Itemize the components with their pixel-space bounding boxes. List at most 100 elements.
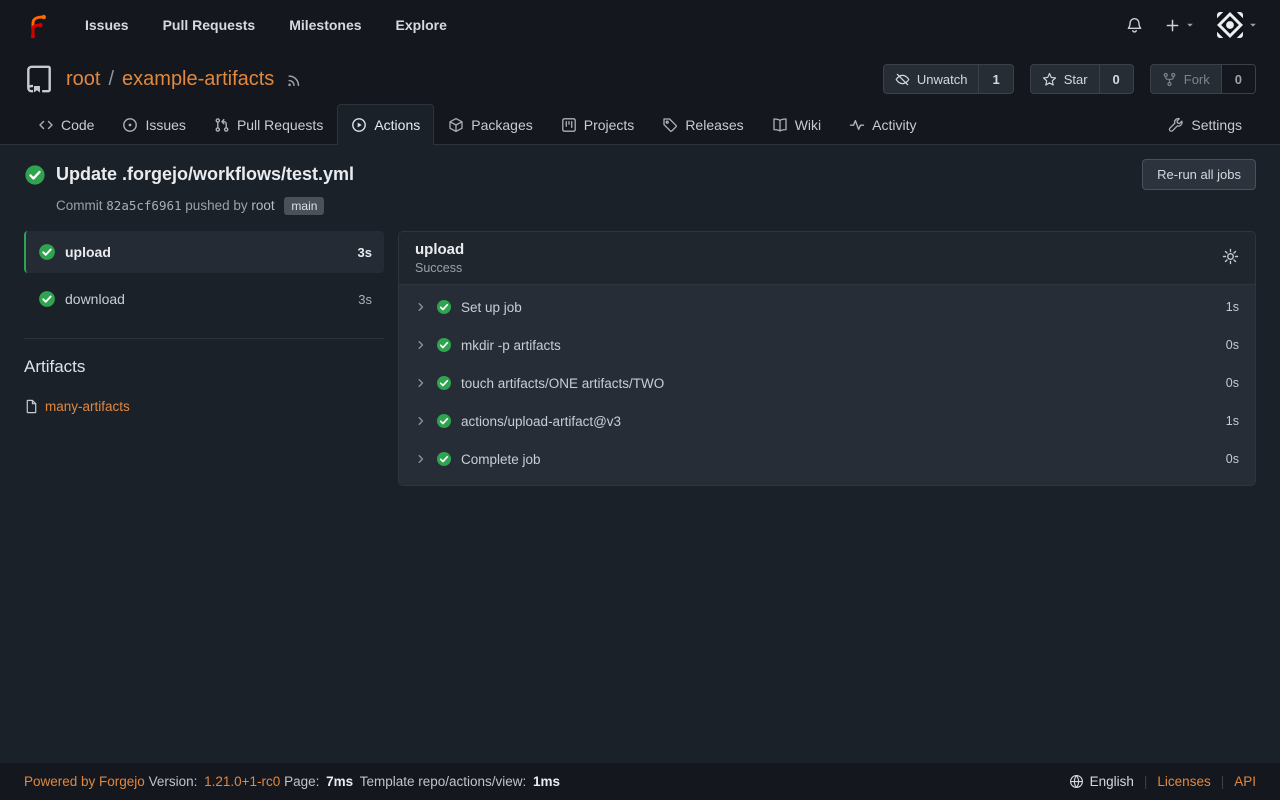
commit-hash-link[interactable]: 82a5cf6961 xyxy=(106,198,181,213)
job-name: upload xyxy=(65,244,111,260)
unwatch-button[interactable]: Unwatch 1 xyxy=(883,64,1014,94)
tab-issues[interactable]: Issues xyxy=(108,104,199,145)
star-button[interactable]: Star 0 xyxy=(1030,64,1134,94)
step-row-upload-artifact[interactable]: actions/upload-artifact@v3 1s xyxy=(399,402,1255,440)
pulse-icon xyxy=(849,117,865,133)
job-row-download[interactable]: download 3s xyxy=(24,278,384,320)
nav-pull-requests[interactable]: Pull Requests xyxy=(149,9,270,41)
watch-count[interactable]: 1 xyxy=(978,65,1012,93)
tab-settings[interactable]: Settings xyxy=(1154,104,1256,145)
code-icon xyxy=(38,117,54,133)
version-link[interactable]: 1.21.0+1-rc0 xyxy=(204,774,280,789)
run-columns: upload 3s download 3s Artifacts many-art… xyxy=(24,231,1256,486)
tab-label: Projects xyxy=(584,117,635,133)
run-title: Update .forgejo/workflows/test.yml xyxy=(56,164,354,185)
chevron-right-icon[interactable] xyxy=(415,415,427,427)
branch-badge[interactable]: main xyxy=(284,197,324,215)
step-name: Set up job xyxy=(461,300,522,315)
chevron-right-icon[interactable] xyxy=(415,377,427,389)
tab-label: Activity xyxy=(872,117,916,133)
job-duration: 3s xyxy=(358,292,372,307)
powered-by-link[interactable]: Powered by Forgejo xyxy=(24,774,145,789)
footer-left: Powered by Forgejo Version: 1.21.0+1-rc0… xyxy=(24,774,563,789)
nav-explore[interactable]: Explore xyxy=(382,9,461,41)
tab-label: Settings xyxy=(1191,117,1242,133)
step-row-touch[interactable]: touch artifacts/ONE artifacts/TWO 0s xyxy=(399,364,1255,402)
fork-count[interactable]: 0 xyxy=(1221,65,1255,93)
fork-button[interactable]: Fork 0 xyxy=(1150,64,1256,94)
repo-header: root / example-artifacts Unwatch xyxy=(0,50,1280,145)
star-count[interactable]: 0 xyxy=(1099,65,1133,93)
language-label: English xyxy=(1090,774,1134,789)
step-row-mkdir[interactable]: mkdir -p artifacts 0s xyxy=(399,326,1255,364)
step-name: Complete job xyxy=(461,452,541,467)
artifacts-section: Artifacts many-artifacts xyxy=(24,338,384,414)
check-circle-icon xyxy=(436,375,452,391)
tab-projects[interactable]: Projects xyxy=(547,104,649,145)
tab-label: Issues xyxy=(145,117,185,133)
job-options-button[interactable] xyxy=(1222,248,1239,268)
notifications-bell-button[interactable] xyxy=(1126,17,1143,34)
job-name: download xyxy=(65,291,125,307)
commit-label: Commit xyxy=(56,198,103,213)
tab-label: Pull Requests xyxy=(237,117,323,133)
api-link[interactable]: API xyxy=(1234,774,1256,789)
nav-issues[interactable]: Issues xyxy=(71,9,143,41)
artifacts-heading: Artifacts xyxy=(24,357,384,377)
artifact-link[interactable]: many-artifacts xyxy=(45,399,130,414)
repo-name-link[interactable]: example-artifacts xyxy=(122,68,274,91)
check-circle-icon xyxy=(436,451,452,467)
jobs-sidebar: upload 3s download 3s Artifacts many-art… xyxy=(24,231,384,414)
step-row-complete[interactable]: Complete job 0s xyxy=(399,440,1255,478)
repo-owner-link[interactable]: root xyxy=(66,68,100,91)
tab-actions[interactable]: Actions xyxy=(337,104,434,145)
repository-icon xyxy=(24,64,54,94)
step-name: actions/upload-artifact@v3 xyxy=(461,414,621,429)
create-new-button[interactable] xyxy=(1165,18,1195,33)
page-time: 7ms xyxy=(326,774,353,789)
job-duration: 3s xyxy=(358,245,372,260)
page-footer: Powered by Forgejo Version: 1.21.0+1-rc0… xyxy=(0,763,1280,800)
tab-releases[interactable]: Releases xyxy=(648,104,757,145)
check-circle-icon xyxy=(38,243,56,261)
tab-wiki[interactable]: Wiki xyxy=(758,104,835,145)
gear-icon xyxy=(1222,248,1239,265)
actions-run-view: Update .forgejo/workflows/test.yml Re-ru… xyxy=(0,145,1280,763)
fork-button-main[interactable]: Fork xyxy=(1151,65,1221,93)
job-row-upload[interactable]: upload 3s xyxy=(24,231,384,273)
tab-packages[interactable]: Packages xyxy=(434,104,546,145)
forgejo-logo-icon[interactable] xyxy=(22,12,49,39)
chevron-right-icon[interactable] xyxy=(415,339,427,351)
commit-author-link[interactable]: root xyxy=(251,198,274,213)
steps-list: Set up job 1s mkdir -p artifacts 0s xyxy=(399,285,1255,485)
artifact-item: many-artifacts xyxy=(24,399,384,414)
play-circle-icon xyxy=(351,117,367,133)
check-circle-icon xyxy=(436,299,452,315)
step-duration: 0s xyxy=(1226,338,1239,352)
star-button-main[interactable]: Star xyxy=(1031,65,1099,93)
user-menu-button[interactable] xyxy=(1217,12,1258,38)
package-icon xyxy=(448,117,464,133)
rerun-all-jobs-button[interactable]: Re-run all jobs xyxy=(1142,159,1256,190)
user-avatar xyxy=(1217,12,1243,38)
tag-icon xyxy=(662,117,678,133)
step-name: touch artifacts/ONE artifacts/TWO xyxy=(461,376,664,391)
tab-label: Releases xyxy=(685,117,743,133)
language-selector[interactable]: English xyxy=(1069,774,1134,789)
chevron-right-icon[interactable] xyxy=(415,301,427,313)
rss-icon[interactable] xyxy=(286,71,303,88)
nav-milestones[interactable]: Milestones xyxy=(275,9,375,41)
tab-code[interactable]: Code xyxy=(24,104,108,145)
licenses-link[interactable]: Licenses xyxy=(1157,774,1210,789)
tab-pull-requests[interactable]: Pull Requests xyxy=(200,104,337,145)
job-detail-title: upload xyxy=(415,241,464,258)
unwatch-button-main[interactable]: Unwatch xyxy=(884,65,979,93)
run-title-line: Update .forgejo/workflows/test.yml Re-ru… xyxy=(24,159,1256,190)
chevron-right-icon[interactable] xyxy=(415,453,427,465)
footer-divider: | xyxy=(1221,774,1225,789)
step-duration: 1s xyxy=(1226,414,1239,428)
step-row-setup[interactable]: Set up job 1s xyxy=(399,288,1255,326)
tab-activity[interactable]: Activity xyxy=(835,104,930,145)
job-detail-titles: upload Success xyxy=(415,241,464,275)
template-label: Template repo/actions/view: xyxy=(360,774,527,789)
